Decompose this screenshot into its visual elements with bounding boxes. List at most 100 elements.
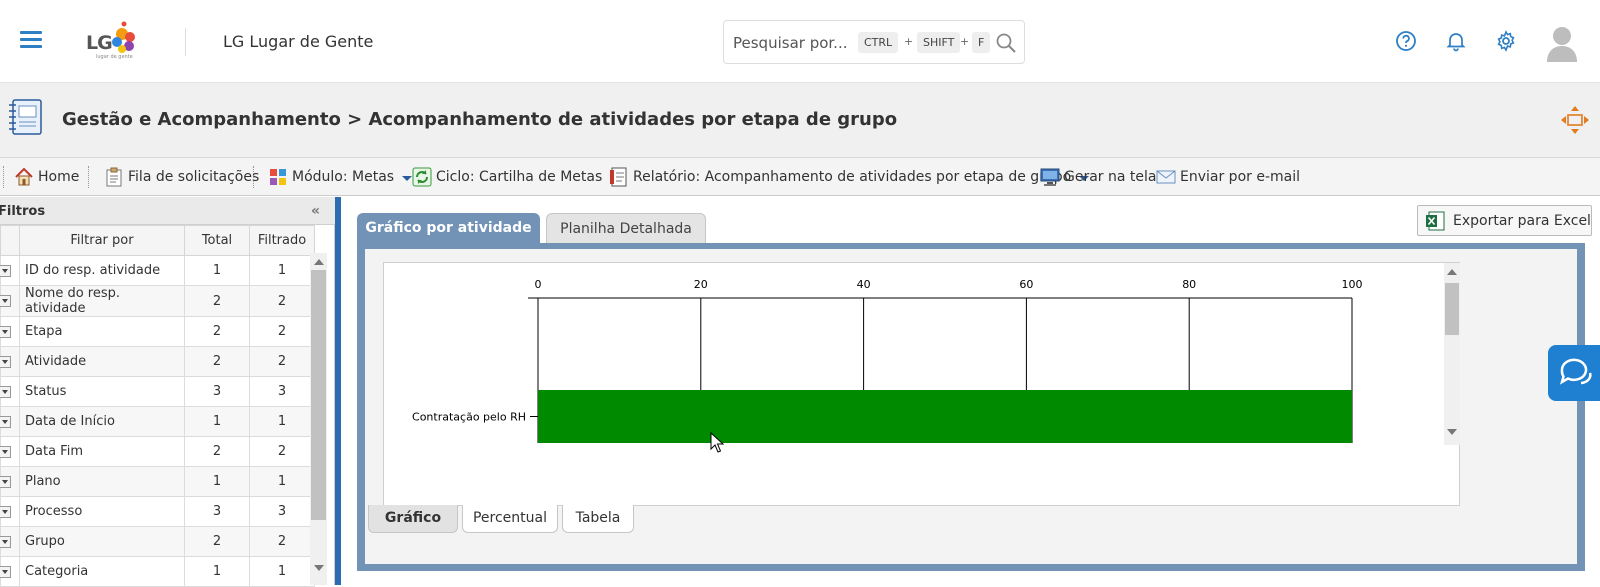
expand-icon[interactable] — [1560, 105, 1590, 135]
gear-icon[interactable] — [1494, 29, 1518, 53]
bar-chart: 0 20 40 60 80 100 Contratação pelo RH — [412, 278, 1363, 443]
filter-dropdown-cell[interactable] — [0, 285, 20, 317]
app-title: LG Lugar de Gente — [223, 32, 374, 51]
filter-filtered: 1 — [249, 255, 315, 286]
dropdown-arrow-icon[interactable] — [0, 535, 11, 548]
cycle-refresh-icon — [412, 167, 432, 187]
filter-dropdown-cell[interactable] — [0, 316, 20, 347]
filter-row[interactable]: Etapa 2 2 — [0, 316, 315, 347]
home-button[interactable]: Home — [14, 158, 79, 196]
chat-widget-button[interactable] — [1548, 345, 1600, 401]
queue-button[interactable]: Fila de solicitações — [104, 158, 259, 196]
scroll-up-icon[interactable] — [314, 259, 324, 265]
tab-chart-by-activity[interactable]: Gráfico por atividade — [357, 213, 540, 243]
filter-dropdown-cell[interactable] — [0, 436, 20, 467]
user-avatar-icon[interactable] — [1545, 24, 1579, 62]
dropdown-column-header — [0, 225, 20, 256]
dropdown-arrow-icon[interactable] — [0, 385, 11, 398]
clipboard-icon — [106, 167, 122, 187]
filter-total: 2 — [184, 526, 250, 557]
scrollbar-thumb[interactable] — [311, 270, 326, 520]
tab-chart[interactable]: Gráfico — [368, 505, 458, 533]
dropdown-arrow-icon[interactable] — [0, 355, 11, 368]
filter-row[interactable]: ID do resp. atividade 1 1 — [0, 255, 315, 286]
cycle-dropdown[interactable]: Ciclo: Cartilha de Metas — [412, 158, 621, 196]
bell-icon[interactable] — [1444, 29, 1468, 53]
lg-logo[interactable]: LG lugar de gente — [84, 16, 144, 66]
chart-scrollbar[interactable] — [1444, 263, 1460, 445]
scrollbar-thumb[interactable] — [1445, 283, 1459, 335]
generate-on-screen-button[interactable]: Gerar na tela — [1040, 158, 1156, 196]
filter-row[interactable]: Nome do resp. atividade 2 2 — [0, 285, 315, 317]
search-icon[interactable] — [996, 33, 1016, 53]
filter-row[interactable]: Data de Início 1 1 — [0, 406, 315, 437]
filter-name: Grupo — [19, 526, 185, 557]
tab-table[interactable]: Tabela — [562, 505, 634, 533]
dropdown-arrow-icon[interactable] — [0, 415, 11, 428]
filter-filtered: 3 — [249, 496, 315, 527]
header-divider — [185, 28, 186, 56]
filter-filtered: 3 — [249, 376, 315, 407]
export-excel-button[interactable]: Exportar para Excel — [1417, 205, 1592, 236]
filter-filtered: 1 — [249, 406, 315, 437]
filters-scrollbar[interactable] — [310, 253, 327, 585]
send-email-button[interactable]: Enviar por e-mail — [1156, 158, 1300, 196]
x-tick-label: 100 — [1342, 278, 1363, 291]
help-icon[interactable] — [1394, 29, 1418, 53]
filter-name: Data de Início — [19, 406, 185, 437]
scroll-down-icon[interactable] — [1447, 429, 1457, 435]
filter-dropdown-cell[interactable] — [0, 556, 20, 587]
dropdown-arrow-icon[interactable] — [0, 565, 11, 578]
filter-filtered: 2 — [249, 436, 315, 467]
filter-row[interactable]: Grupo 2 2 — [0, 526, 315, 557]
toolbar-separator — [253, 166, 254, 188]
filter-row[interactable]: Data Fim 2 2 — [0, 436, 315, 467]
filter-dropdown-cell[interactable] — [0, 496, 20, 527]
filter-row[interactable]: Status 3 3 — [0, 376, 315, 407]
filter-dropdown-cell[interactable] — [0, 406, 20, 437]
dropdown-arrow-icon[interactable] — [0, 445, 11, 458]
dropdown-arrow-icon[interactable] — [0, 505, 11, 518]
filter-name: Nome do resp. atividade — [19, 285, 185, 317]
filters-table: Filtrar por Total Filtrado ID do resp. a… — [0, 225, 315, 587]
notebook-icon — [9, 99, 42, 135]
module-dropdown[interactable]: Módulo: Metas — [268, 158, 413, 196]
filter-row[interactable]: Categoria 1 1 — [0, 556, 315, 587]
column-header-filtered: Filtrado — [249, 225, 315, 256]
dropdown-arrow-icon[interactable] — [0, 475, 11, 488]
report-dropdown[interactable]: Relatório: Acompanhamento de atividades … — [609, 158, 1090, 196]
filter-dropdown-cell[interactable] — [0, 466, 20, 497]
dropdown-arrow-icon[interactable] — [0, 325, 11, 338]
toolbar-separator — [88, 166, 89, 188]
report-content: Gráfico por atividade Planilha Detalhada… — [341, 197, 1600, 585]
kbd-ctrl: CTRL — [858, 32, 899, 53]
filter-dropdown-cell[interactable] — [0, 346, 20, 377]
filter-total: 3 — [184, 496, 250, 527]
tab-percentage[interactable]: Percentual — [462, 505, 558, 533]
dropdown-arrow-icon[interactable] — [0, 264, 11, 277]
filter-total: 2 — [184, 346, 250, 377]
filter-row[interactable]: Atividade 2 2 — [0, 346, 315, 377]
search-box[interactable]: Pesquisar por... CTRL + SHIFT + F — [723, 20, 1025, 64]
scroll-up-icon[interactable] — [1447, 269, 1457, 275]
filter-filtered: 2 — [249, 526, 315, 557]
filter-row[interactable]: Processo 3 3 — [0, 496, 315, 527]
filter-dropdown-cell[interactable] — [0, 526, 20, 557]
logo-text: LG — [86, 32, 113, 54]
tab-detailed-sheet[interactable]: Planilha Detalhada — [546, 213, 706, 243]
filter-dropdown-cell[interactable] — [0, 255, 20, 286]
menu-icon[interactable] — [20, 31, 42, 49]
filter-dropdown-cell[interactable] — [0, 376, 20, 407]
filter-row[interactable]: Plano 1 1 — [0, 466, 315, 497]
filter-name: Etapa — [19, 316, 185, 347]
dropdown-arrow-icon[interactable] — [0, 295, 11, 307]
filter-total: 3 — [184, 376, 250, 407]
filter-total: 1 — [184, 255, 250, 286]
collapse-panel-icon[interactable]: « — [311, 203, 320, 219]
email-label: Enviar por e-mail — [1180, 169, 1300, 185]
generate-label: Gerar na tela — [1064, 169, 1157, 185]
mouse-cursor-icon — [710, 432, 724, 453]
filters-panel: Filtros « Filtrar por Total Filtrado ID … — [0, 197, 335, 587]
scroll-down-icon[interactable] — [314, 565, 324, 571]
filters-title: Filtros — [0, 204, 46, 219]
